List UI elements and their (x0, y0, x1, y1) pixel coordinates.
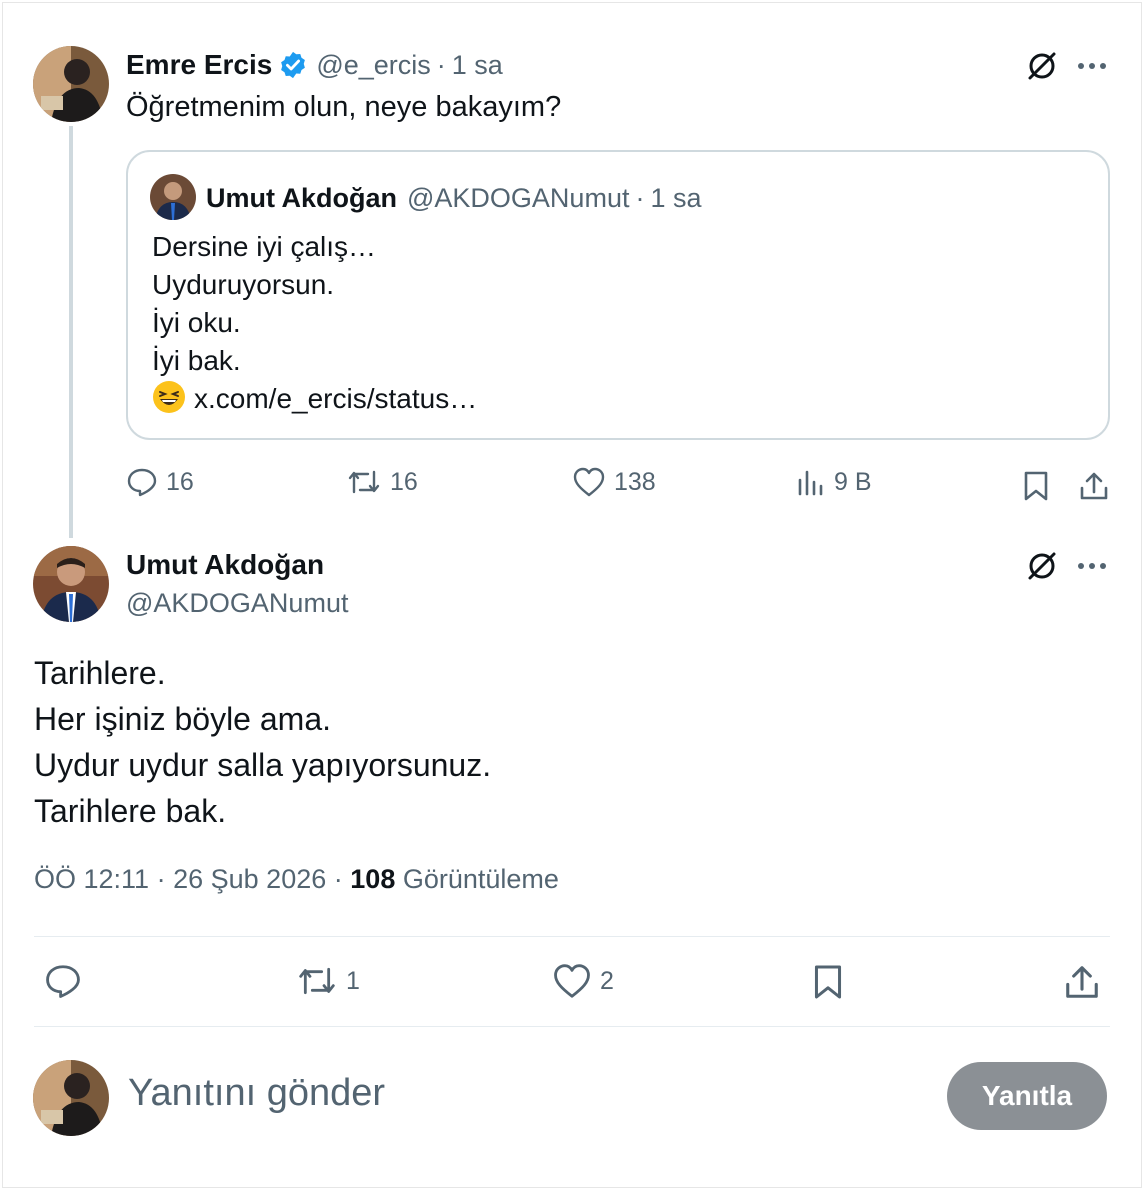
main-tweet-line: Tarihlere. (34, 655, 166, 691)
main-bookmark-button[interactable] (808, 962, 848, 1002)
quoted-line: İyi oku. (152, 307, 241, 338)
main-tweet-line: Her işiniz böyle ama. (34, 701, 331, 737)
meta-separator: · (333, 864, 343, 894)
main-like-button[interactable]: 2 (552, 962, 614, 1000)
parent-reply-button[interactable]: 16 (126, 466, 194, 498)
quoted-line: Uyduruyorsun. (152, 269, 335, 300)
parent-share-button[interactable] (1074, 466, 1114, 506)
main-author-name[interactable]: Umut Akdoğan (126, 549, 324, 581)
grok-icon[interactable] (1022, 46, 1062, 86)
share-icon (1080, 472, 1108, 500)
parent-repost-button[interactable]: 16 (346, 466, 418, 498)
quoted-time: 1 sa (650, 182, 702, 213)
header-separator: · (436, 49, 446, 80)
views-count: 108 (350, 864, 396, 894)
quoted-author-avatar (150, 174, 196, 220)
parent-bookmark-button[interactable] (1016, 466, 1056, 506)
reply-icon (46, 965, 80, 998)
tweet-time[interactable]: ÖÖ 12:11 (34, 864, 149, 894)
grok-icon[interactable] (1022, 546, 1062, 586)
repost-icon (348, 470, 380, 494)
parent-tweet-header: Emre Ercis @e_ercis · 1 sa (126, 46, 503, 84)
parent-tweet-text: Öğretmenim olun, neye bakayım? (126, 91, 562, 123)
quoted-tweet-text: Dersine iyi çalış… Uyduruyorsun. İyi oku… (152, 228, 477, 418)
bookmark-icon (814, 965, 842, 999)
more-options-icon[interactable] (1072, 46, 1112, 86)
bookmark-icon (1024, 471, 1048, 501)
current-user-avatar[interactable] (33, 1060, 109, 1136)
meta-separator: · (156, 864, 166, 894)
thread-connector-line (69, 126, 73, 538)
heart-icon (554, 964, 590, 998)
views-label[interactable]: Görüntüleme (403, 864, 559, 894)
reply-icon (127, 468, 157, 497)
reply-input[interactable]: Yanıtını gönder (128, 1072, 385, 1115)
repost-count: 16 (390, 467, 418, 496)
verified-badge-icon (278, 50, 308, 80)
quoted-line: Dersine iyi çalış… (152, 231, 377, 262)
main-reply-button[interactable] (44, 962, 82, 1000)
repost-icon (299, 967, 335, 995)
reply-button[interactable]: Yanıtla (947, 1062, 1107, 1130)
main-repost-button[interactable]: 1 (296, 962, 360, 1000)
quoted-link-line: x.com/e_ercis/status… (152, 380, 477, 418)
share-icon (1066, 966, 1098, 998)
quoted-author-name: Umut Akdoğan (206, 182, 397, 213)
parent-views-button[interactable]: 9 B (796, 466, 872, 498)
more-options-icon[interactable] (1072, 546, 1112, 586)
umut-akdogan-avatar[interactable] (33, 546, 109, 622)
quoted-tweet-card[interactable]: Umut Akdoğan @AKDOGANumut · 1 sa Dersine… (126, 150, 1110, 440)
main-author-handle-row: @AKDOGANumut (126, 584, 348, 622)
main-author-handle[interactable]: @AKDOGANumut (126, 588, 348, 619)
quoted-tweet-header: Umut Akdoğan @AKDOGANumut · 1 sa (206, 180, 702, 216)
like-count: 2 (600, 966, 614, 995)
parent-time[interactable]: 1 sa (452, 50, 503, 81)
main-share-button[interactable] (1062, 962, 1102, 1002)
emre-ercis-avatar[interactable] (33, 46, 109, 122)
divider (34, 1026, 1110, 1027)
grinning-squinting-face-emoji-icon (152, 380, 186, 414)
divider (34, 936, 1110, 937)
quoted-handle: @AKDOGANumut (407, 182, 630, 213)
main-tweet-text: Tarihlere. Her işiniz böyle ama. Uydur u… (34, 650, 491, 834)
heart-icon (573, 467, 605, 497)
reply-count: 16 (166, 467, 194, 496)
parent-like-button[interactable]: 138 (572, 466, 656, 498)
quoted-link[interactable]: x.com/e_ercis/status… (194, 383, 477, 414)
main-tweet-line: Uydur uydur salla yapıyorsunuz. (34, 747, 492, 783)
parent-author-name[interactable]: Emre Ercis (126, 49, 272, 81)
quoted-separator: · (635, 182, 645, 213)
analytics-icon (798, 470, 823, 496)
repost-count: 1 (346, 966, 360, 995)
tweet-meta: ÖÖ 12:11 · 26 Şub 2026 · 108 Görüntüleme (34, 864, 559, 895)
quoted-line: İyi bak. (152, 345, 241, 376)
views-count: 9 B (834, 467, 872, 496)
tweet-date[interactable]: 26 Şub 2026 (173, 864, 326, 894)
main-author-name-row: Umut Akdoğan (126, 546, 324, 584)
like-count: 138 (614, 467, 656, 496)
main-tweet-line: Tarihlere bak. (34, 793, 227, 829)
parent-handle[interactable]: @e_ercis (316, 50, 430, 81)
